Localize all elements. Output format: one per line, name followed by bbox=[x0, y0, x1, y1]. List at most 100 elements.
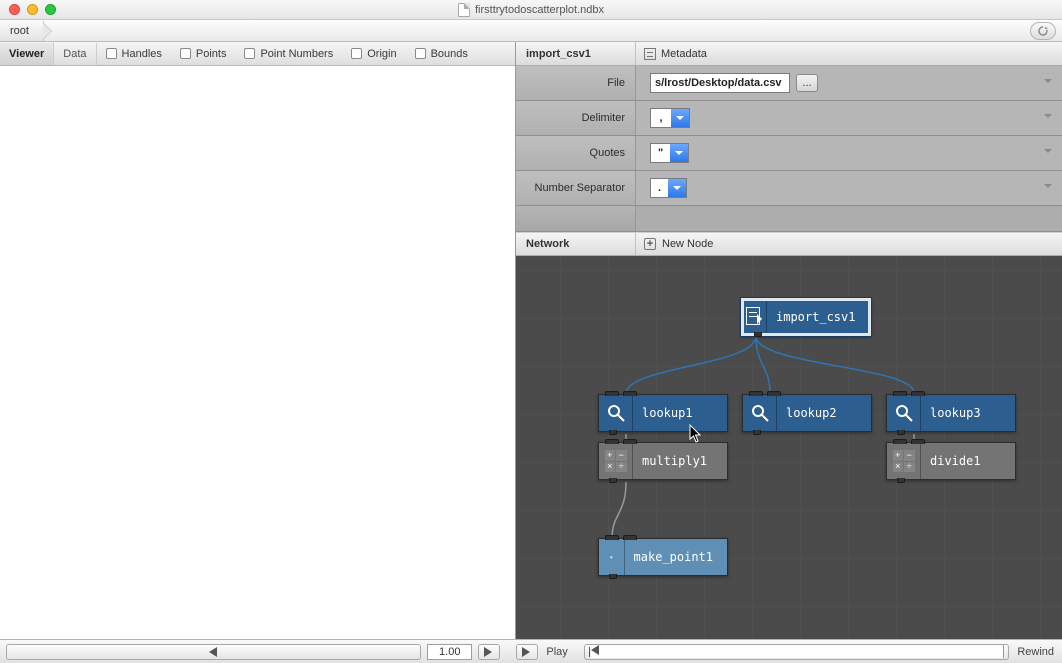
select-value: , bbox=[651, 112, 671, 124]
file-path-field[interactable]: s/lrost/Desktop/data.csv bbox=[650, 73, 790, 93]
chevron-down-icon[interactable] bbox=[1044, 111, 1052, 125]
tab-label: Data bbox=[63, 48, 86, 60]
row-number-separator: Number Separator . bbox=[516, 171, 1062, 206]
node-icon: +−×÷ bbox=[887, 443, 921, 479]
node-divide1[interactable]: +−×÷ divide1 bbox=[886, 442, 1016, 480]
port-out[interactable] bbox=[609, 574, 617, 579]
node-icon: • bbox=[599, 539, 625, 575]
port-in-2[interactable] bbox=[623, 439, 637, 444]
row-label: Delimiter bbox=[516, 101, 636, 135]
node-multiply1[interactable]: +−×÷ multiply1 bbox=[598, 442, 728, 480]
frame-field[interactable]: 1.00 bbox=[427, 644, 472, 660]
port-in-2[interactable] bbox=[911, 439, 925, 444]
metadata-toggle[interactable]: Metadata bbox=[636, 48, 707, 60]
tab-viewer[interactable]: Viewer bbox=[0, 43, 54, 65]
port-in[interactable] bbox=[605, 535, 619, 540]
dropdown-arrow-icon bbox=[668, 179, 686, 197]
row-value: . bbox=[636, 171, 1062, 205]
option-handles[interactable]: Handles bbox=[97, 48, 171, 60]
port-in[interactable] bbox=[893, 391, 907, 396]
network-label: Network bbox=[516, 233, 636, 255]
node-lookup3[interactable]: lookup3 bbox=[886, 394, 1016, 432]
spreadsheet-export-icon bbox=[744, 306, 766, 328]
metadata-icon bbox=[644, 48, 656, 60]
rewind-label: Rewind bbox=[1015, 646, 1056, 658]
port-in-2[interactable] bbox=[623, 535, 637, 540]
breadcrumb-bar: root bbox=[0, 20, 1062, 42]
zoom-window-button[interactable] bbox=[45, 4, 56, 15]
frame-forward-button[interactable] bbox=[478, 644, 500, 660]
row-empty bbox=[516, 206, 1062, 232]
row-value: s/lrost/Desktop/data.csv ... bbox=[636, 66, 1062, 100]
node-label: lookup3 bbox=[921, 406, 995, 420]
new-node-button[interactable]: + New Node bbox=[636, 238, 713, 250]
rewind-button[interactable] bbox=[584, 644, 1010, 660]
option-origin[interactable]: Origin bbox=[342, 48, 405, 60]
row-value: " bbox=[636, 136, 1062, 170]
close-window-button[interactable] bbox=[9, 4, 20, 15]
row-value bbox=[636, 206, 1062, 231]
viewer-canvas[interactable] bbox=[0, 66, 515, 639]
port-in[interactable] bbox=[605, 439, 619, 444]
metadata-label: Metadata bbox=[661, 48, 707, 60]
row-label: File bbox=[516, 66, 636, 100]
port-in[interactable] bbox=[893, 439, 907, 444]
chevron-down-icon[interactable] bbox=[1044, 146, 1052, 160]
option-point-numbers[interactable]: Point Numbers bbox=[235, 48, 342, 60]
node-import-csv1[interactable]: import_csv1 bbox=[741, 298, 871, 336]
port-out[interactable] bbox=[609, 478, 617, 483]
titlebar: firsttrytodoscatterplot.ndbx bbox=[0, 0, 1062, 20]
magnifier-icon bbox=[606, 403, 626, 423]
row-file: File s/lrost/Desktop/data.csv ... bbox=[516, 66, 1062, 101]
browse-button[interactable]: ... bbox=[796, 74, 818, 92]
option-points[interactable]: Points bbox=[171, 48, 236, 60]
reload-button[interactable] bbox=[1030, 22, 1056, 40]
row-label bbox=[516, 206, 636, 231]
port-out[interactable] bbox=[897, 430, 905, 435]
tab-data[interactable]: Data bbox=[54, 43, 96, 65]
node-lookup1[interactable]: lookup1 bbox=[598, 394, 728, 432]
option-bounds[interactable]: Bounds bbox=[406, 48, 477, 60]
breadcrumb-root[interactable]: root bbox=[0, 21, 44, 41]
quotes-select[interactable]: " bbox=[650, 143, 689, 163]
port-in[interactable] bbox=[749, 391, 763, 396]
delimiter-select[interactable]: , bbox=[650, 108, 690, 128]
play-button[interactable] bbox=[516, 644, 538, 660]
port-out[interactable] bbox=[753, 430, 761, 435]
port-in-2[interactable] bbox=[623, 391, 637, 396]
viewer-tabs: Viewer Data Handles Points Point Numbers… bbox=[0, 42, 515, 66]
breadcrumb-label: root bbox=[10, 25, 29, 37]
node-make-point1[interactable]: • make_point1 bbox=[598, 538, 728, 576]
checkbox[interactable] bbox=[244, 48, 255, 59]
chevron-down-icon[interactable] bbox=[1044, 181, 1052, 195]
checkbox[interactable] bbox=[415, 48, 426, 59]
viewer-panel: Viewer Data Handles Points Point Numbers… bbox=[0, 42, 516, 639]
checkbox[interactable] bbox=[106, 48, 117, 59]
port-in-2[interactable] bbox=[911, 391, 925, 396]
port-in-2[interactable] bbox=[767, 391, 781, 396]
window-title: firsttrytodoscatterplot.ndbx bbox=[0, 3, 1062, 17]
node-label: divide1 bbox=[921, 454, 995, 468]
port-out[interactable] bbox=[897, 478, 905, 483]
checkbox[interactable] bbox=[351, 48, 362, 59]
node-icon bbox=[744, 301, 767, 333]
magnifier-icon bbox=[894, 403, 914, 423]
port-out[interactable] bbox=[609, 430, 617, 435]
select-value: . bbox=[651, 182, 668, 194]
chevron-down-icon[interactable] bbox=[1044, 76, 1052, 90]
option-label: Handles bbox=[122, 48, 162, 60]
node-lookup2[interactable]: lookup2 bbox=[742, 394, 872, 432]
option-label: Point Numbers bbox=[260, 48, 333, 60]
port-out[interactable] bbox=[754, 332, 762, 337]
network-canvas[interactable]: import_csv1 lookup1 lookup2 lookup3 bbox=[516, 256, 1062, 639]
option-label: Origin bbox=[367, 48, 396, 60]
frame-back-button[interactable] bbox=[6, 644, 421, 660]
numsep-select[interactable]: . bbox=[650, 178, 687, 198]
port-in[interactable] bbox=[605, 391, 619, 396]
arithmetic-icon: +−×÷ bbox=[893, 450, 915, 472]
row-value: , bbox=[636, 101, 1062, 135]
minimize-window-button[interactable] bbox=[27, 4, 38, 15]
magnifier-icon bbox=[750, 403, 770, 423]
node-icon: +−×÷ bbox=[599, 443, 633, 479]
checkbox[interactable] bbox=[180, 48, 191, 59]
